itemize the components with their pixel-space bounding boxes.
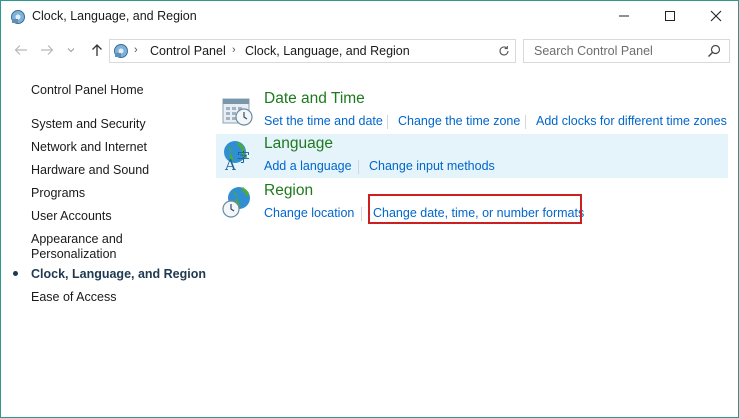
minimize-button[interactable] <box>601 1 647 31</box>
sidebar-item-programs[interactable]: Programs <box>31 186 85 201</box>
forward-button[interactable] <box>37 40 57 60</box>
close-icon <box>710 10 722 22</box>
recent-locations-button[interactable] <box>61 40 81 60</box>
window-title: Clock, Language, and Region <box>32 9 197 23</box>
search-placeholder: Search Control Panel <box>534 44 653 58</box>
minimize-icon <box>619 15 629 17</box>
refresh-icon <box>499 46 509 56</box>
change-time-zone-link[interactable]: Change the time zone <box>398 114 520 128</box>
sidebar-item-control-panel-home[interactable]: Control Panel Home <box>31 83 144 98</box>
svg-text:A: A <box>224 156 236 172</box>
sidebar-item-hardware-and-sound[interactable]: Hardware and Sound <box>31 163 149 178</box>
sidebar-item-appearance[interactable]: Appearance and <box>31 232 123 247</box>
search-icon <box>708 44 721 57</box>
region-title[interactable]: Region <box>264 182 313 200</box>
language-title[interactable]: Language <box>264 135 333 153</box>
maximize-icon <box>665 11 675 21</box>
close-button[interactable] <box>693 1 738 31</box>
navigation-bar: › Control Panel › Clock, Language, and R… <box>1 36 738 64</box>
language-globe-icon: A 字 <box>220 138 254 174</box>
date-and-time-title[interactable]: Date and Time <box>264 90 365 108</box>
address-bar[interactable]: › Control Panel › Clock, Language, and R… <box>109 39 495 63</box>
set-time-and-date-link[interactable]: Set the time and date <box>264 114 383 128</box>
title-bar: Clock, Language, and Region <box>1 1 738 33</box>
add-clocks-link[interactable]: Add clocks for different time zones <box>536 114 727 128</box>
search-input[interactable]: Search Control Panel <box>523 39 730 63</box>
forward-arrow-icon <box>41 45 54 55</box>
add-a-language-link[interactable]: Add a language <box>264 159 352 173</box>
back-button[interactable] <box>11 40 31 60</box>
change-location-link[interactable]: Change location <box>264 206 354 220</box>
sidebar-item-ease-of-access[interactable]: Ease of Access <box>31 290 116 305</box>
sidebar-item-system-and-security[interactable]: System and Security <box>31 117 146 132</box>
change-formats-link[interactable]: Change date, time, or number formats <box>373 206 584 220</box>
category-language: A 字 Language Add a language Change input… <box>216 134 728 178</box>
active-bullet-icon <box>13 271 18 276</box>
control-panel-icon <box>113 43 129 59</box>
category-date-and-time: Date and Time Set the time and date Chan… <box>216 89 728 133</box>
link-separator <box>358 160 359 174</box>
refresh-button[interactable] <box>493 39 516 63</box>
up-arrow-icon <box>92 44 102 56</box>
up-button[interactable] <box>87 40 107 60</box>
control-panel-icon <box>10 9 26 25</box>
sidebar-item-clock-language-region[interactable]: Clock, Language, and Region <box>31 267 206 282</box>
calendar-clock-icon <box>220 93 254 127</box>
maximize-button[interactable] <box>647 1 693 31</box>
sidebar-item-network-and-internet[interactable]: Network and Internet <box>31 140 147 155</box>
change-input-methods-link[interactable]: Change input methods <box>369 159 495 173</box>
control-panel-window: Clock, Language, and Region › Control Pa… <box>0 0 739 418</box>
link-separator <box>525 115 526 129</box>
region-globe-clock-icon <box>220 185 254 219</box>
category-region: Region Change location Change date, time… <box>216 181 728 225</box>
breadcrumb-current[interactable]: Clock, Language, and Region <box>245 44 410 58</box>
sidebar-item-user-accounts[interactable]: User Accounts <box>31 209 112 224</box>
link-separator <box>361 207 362 221</box>
sidebar-item-personalization[interactable]: Personalization <box>31 247 116 262</box>
chevron-down-icon <box>67 48 75 53</box>
back-arrow-icon <box>14 45 27 55</box>
breadcrumb-separator-icon: › <box>134 44 138 56</box>
link-separator <box>387 115 388 129</box>
breadcrumb-separator-icon: › <box>232 44 236 56</box>
svg-text:字: 字 <box>237 151 250 166</box>
breadcrumb-control-panel[interactable]: Control Panel <box>150 44 226 58</box>
